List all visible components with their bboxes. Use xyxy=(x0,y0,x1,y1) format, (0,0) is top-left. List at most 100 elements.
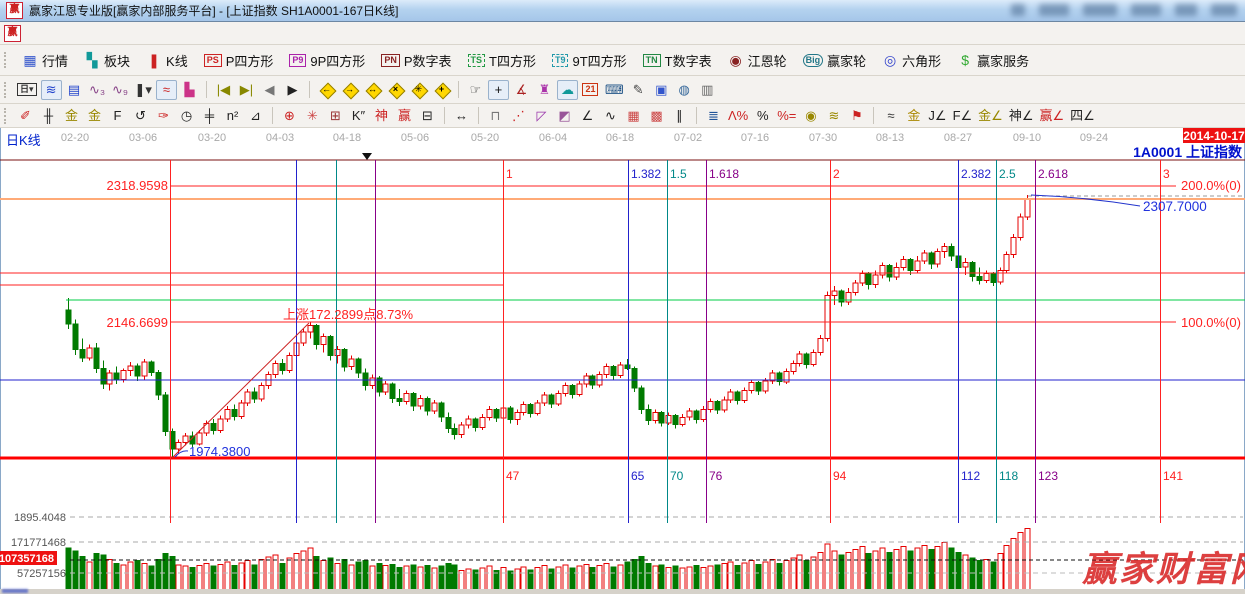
tb-wave9-button[interactable]: ∿₉ xyxy=(110,80,131,100)
tb-gold-angle-tool[interactable]: 金∠ xyxy=(976,106,1005,126)
tb-p-square-button[interactable]: PS P四方形 xyxy=(197,48,281,72)
tb-gold-box-tool[interactable]: 金 xyxy=(903,106,924,126)
menu-browse[interactable] xyxy=(39,31,55,35)
tb-9p-square-button[interactable]: P9 9P四方形 xyxy=(282,48,372,72)
tb-vol-profile-tool[interactable]: ≣ xyxy=(703,106,724,126)
tb-shade-box-tool[interactable]: ◩ xyxy=(554,106,575,126)
tb-j-angle-tool[interactable]: J∠ xyxy=(926,106,948,126)
tb-percent-tri-tool[interactable]: Λ% xyxy=(726,106,750,126)
tb-memo-button[interactable]: ✎ xyxy=(628,80,649,100)
tb-brush-tool[interactable]: ✐ xyxy=(15,106,36,126)
tb-note-button[interactable]: ▤ xyxy=(64,80,85,100)
tb-next-bar-button[interactable]: ▶ xyxy=(282,80,303,100)
tb-f-scale-tool[interactable]: F xyxy=(107,106,128,126)
tb-red-grid2-tool[interactable]: ▩ xyxy=(646,106,667,126)
tb-gold-scale2-tool[interactable]: 金 xyxy=(84,106,105,126)
tb-box-tool[interactable]: ⊓ xyxy=(485,106,506,126)
tb-sectors-button[interactable]: ▚ 板块 xyxy=(77,48,137,72)
tb-web-button[interactable]: ◍ xyxy=(674,80,695,100)
tb-red-fan-tool[interactable]: ⋰ xyxy=(508,106,529,126)
tb-last-bar-button[interactable]: ▶| xyxy=(236,80,257,100)
menu-news[interactable] xyxy=(56,31,72,35)
tb-ying-angle-tool[interactable]: 赢∠ xyxy=(1037,106,1066,126)
blurred-control-icon[interactable] xyxy=(1211,4,1237,16)
tb-hexagon-button[interactable]: ◎ 六角形 xyxy=(875,48,948,72)
tb-n2-tool[interactable]: n² xyxy=(222,106,243,126)
toolbar-grip[interactable] xyxy=(4,52,9,68)
tb-save-button[interactable]: ▣ xyxy=(651,80,672,100)
tb-angle-lines-tool[interactable]: ∠ xyxy=(577,106,598,126)
tb-f-angle-tool[interactable]: F∠ xyxy=(951,106,975,126)
tb-angle-meter-tool[interactable]: ⊿ xyxy=(245,106,266,126)
menu-gann[interactable] xyxy=(73,31,89,35)
menu-file[interactable] xyxy=(22,31,38,35)
tb-target-circle-tool[interactable]: ⊕ xyxy=(279,106,300,126)
tb-shen-grid-tool[interactable]: 神 xyxy=(371,106,392,126)
tb-red-wave-button[interactable]: ≈ xyxy=(156,80,177,100)
tb-gold-circle-tool[interactable]: ◉ xyxy=(800,106,821,126)
menu-trade[interactable] xyxy=(158,31,174,35)
blurred-control-icon[interactable] xyxy=(1039,4,1069,16)
tb-winner-wheel-button[interactable]: Big 赢家轮 xyxy=(796,48,874,72)
bottom-scroll-strip[interactable] xyxy=(0,589,1245,594)
tb-p-table-button[interactable]: PN P数字表 xyxy=(374,48,458,72)
menu-tools[interactable] xyxy=(124,31,140,35)
tb-shen-angle-tool[interactable]: 神∠ xyxy=(1007,106,1036,126)
tb-curve-mode-button[interactable]: ≋ xyxy=(41,80,62,100)
tb-wave-rule-tool[interactable]: ≈ xyxy=(880,106,901,126)
tb-wave3-button[interactable]: ∿₃ xyxy=(87,80,108,100)
tb-winner-service-button[interactable]: $ 赢家服务 xyxy=(950,48,1036,72)
tb-spiral-tool[interactable]: ↺ xyxy=(130,106,151,126)
tb-prev-bar-button[interactable]: ◀ xyxy=(259,80,280,100)
tb-center-button[interactable]: + xyxy=(431,80,452,100)
tb-star-box-tool[interactable]: ⊞ xyxy=(325,106,346,126)
menu-settings[interactable] xyxy=(107,31,123,35)
menu-formula-picker[interactable] xyxy=(90,31,106,35)
tb-calendar-button[interactable]: 21 xyxy=(580,80,601,100)
blurred-control-icon[interactable] xyxy=(1131,4,1161,16)
tb-anchor-tool-button[interactable]: ♜ xyxy=(534,80,555,100)
tb-zigzag-tool[interactable]: ∿ xyxy=(600,106,621,126)
tb-gold-lines-tool[interactable]: ≋ xyxy=(823,106,844,126)
menu-window[interactable] xyxy=(141,31,157,35)
tb-ying-grid-tool[interactable]: 赢 xyxy=(394,106,415,126)
tb-percent-tool[interactable]: % xyxy=(752,106,773,126)
tb-zoom-h-button[interactable]: ↔ xyxy=(362,80,383,100)
tb-percent-line-tool[interactable]: %= xyxy=(775,106,798,126)
tb-flag-tool[interactable]: ⚑ xyxy=(846,106,867,126)
tb-zoom-all-button[interactable]: ✳ xyxy=(408,80,429,100)
tb-gann-scale-tool[interactable]: ╫ xyxy=(38,106,59,126)
tb-remote-button[interactable]: ▥ xyxy=(697,80,718,100)
tb-fan-box-tool[interactable]: ◸ xyxy=(531,106,552,126)
toolbar-grip[interactable] xyxy=(4,108,9,124)
tb-span-measure-tool[interactable]: ↔ xyxy=(451,106,472,126)
tb-zoom-out-button[interactable]: × xyxy=(385,80,406,100)
tb-star-tool[interactable]: ✳ xyxy=(302,106,323,126)
blurred-control-icon[interactable] xyxy=(1011,4,1025,16)
tb-kline-button[interactable]: ❚ K线 xyxy=(139,48,195,72)
tb-t-square-button[interactable]: TS T四方形 xyxy=(461,48,543,72)
window-controls-blurred[interactable] xyxy=(1011,4,1237,16)
tb-quotes-button[interactable]: ▦ 行情 xyxy=(15,48,75,72)
tb-brain-button[interactable]: ☁ xyxy=(557,80,578,100)
menu-help[interactable] xyxy=(175,31,191,35)
tb-9t-square-button[interactable]: T9 9T四方形 xyxy=(545,48,634,72)
tb-si-angle-tool[interactable]: 四∠ xyxy=(1068,106,1097,126)
tb-pan-left-button[interactable]: ← xyxy=(316,80,337,100)
tb-candle-style-dropdown[interactable]: ❚▾ xyxy=(133,80,154,100)
tb-first-bar-button[interactable]: |◀ xyxy=(213,80,234,100)
tb-crosshair-button[interactable]: + xyxy=(488,80,509,100)
tb-parallel-tool[interactable]: ∥ xyxy=(669,106,690,126)
toolbar-grip[interactable] xyxy=(4,82,9,98)
blurred-control-icon[interactable] xyxy=(1083,4,1117,16)
tb-k-mark-tool[interactable]: K″ xyxy=(348,106,369,126)
tb-pan-right-button[interactable]: → xyxy=(339,80,360,100)
tb-ruler-tool[interactable]: ╪ xyxy=(199,106,220,126)
tb-period-day-dropdown[interactable]: 日▾ xyxy=(15,80,39,100)
tb-distribution-button[interactable]: ▙ xyxy=(179,80,200,100)
tb-hand-button[interactable]: ☞ xyxy=(465,80,486,100)
tb-t-table-button[interactable]: TN T数字表 xyxy=(636,48,719,72)
tb-time-cycle-tool[interactable]: ◷ xyxy=(176,106,197,126)
tb-gann-wheel-button[interactable]: ◉ 江恩轮 xyxy=(721,48,794,72)
blurred-control-icon[interactable] xyxy=(1175,4,1197,16)
